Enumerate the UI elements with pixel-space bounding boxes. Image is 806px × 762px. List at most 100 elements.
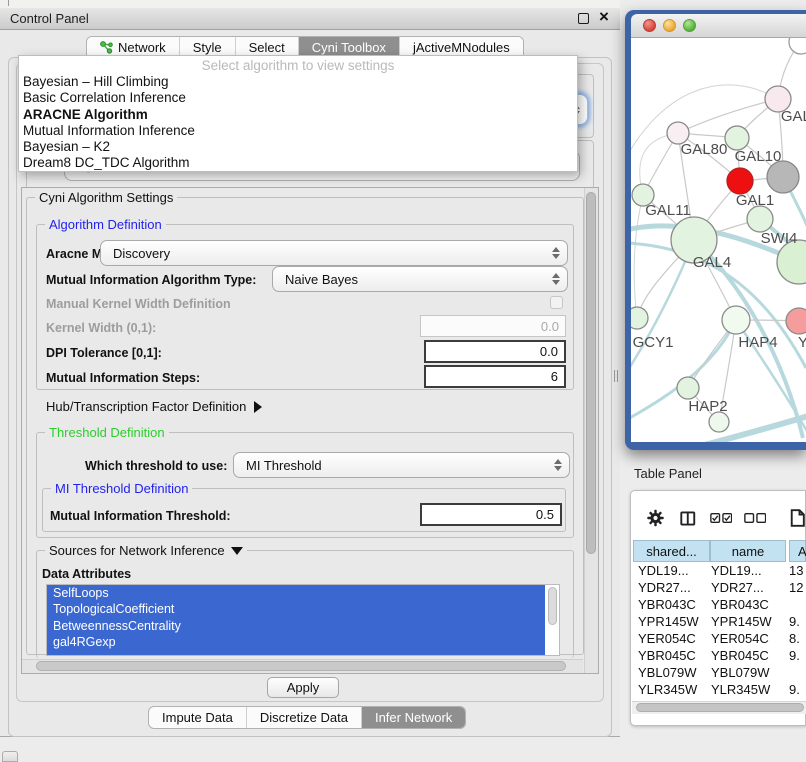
dropdown-placeholder: Select algorithm to view settings: [19, 56, 577, 74]
aracne-mode-combo[interactable]: Discovery: [100, 240, 568, 266]
mi-type-combo[interactable]: Naive Bayes: [272, 266, 568, 292]
control-panel-title: Control Panel: [0, 11, 89, 26]
column-header-shared[interactable]: shared...: [633, 540, 710, 562]
stepper-icon: [552, 273, 560, 285]
apply-label: Apply: [287, 680, 320, 695]
network-node-red-node[interactable]: [727, 168, 753, 194]
network-node-GCY1[interactable]: [631, 307, 648, 329]
algorithm-option[interactable]: Dream8 DC_TDC Algorithm: [19, 155, 577, 171]
table-cell: YBR043C: [632, 597, 709, 612]
mi-steps-value: 6: [551, 369, 558, 384]
close-icon[interactable]: ×: [596, 6, 612, 28]
table-cell: YBR045C: [632, 648, 709, 663]
mi-steps-field[interactable]: 6: [424, 365, 566, 388]
settings-gear-icon[interactable]: [646, 507, 665, 529]
vertical-scrollbar-thumb[interactable]: [586, 192, 596, 554]
stepper-icon: [554, 459, 562, 471]
network-canvas[interactable]: GAL2GAL80GAL10GAL1GAL11GAL4SWI4GCY1HAP4Y…: [631, 38, 806, 442]
group-title: Cyni Algorithm Settings: [35, 190, 177, 205]
mi-type-value: Naive Bayes: [285, 272, 358, 287]
network-node-gray-node[interactable]: [767, 161, 799, 193]
network-node-HAP4[interactable]: [722, 306, 750, 334]
attr-list-scrollbar-thumb[interactable]: [548, 587, 557, 625]
table-cell: YLR345W: [632, 682, 709, 697]
kernel-width-label: Kernel Width (0,1):: [46, 321, 156, 335]
table-cell: YBL079W: [632, 665, 709, 680]
minimize-traffic-light-icon[interactable]: [663, 19, 676, 32]
hub-section-label: Hub/Transcription Factor Definition: [46, 399, 246, 414]
attribute-item[interactable]: SelfLoops: [47, 585, 545, 601]
table-cell: YDR27...: [709, 580, 787, 595]
algorithm-option[interactable]: ARACNE Algorithm: [19, 107, 577, 123]
column-header-name[interactable]: name: [710, 540, 786, 562]
column-view-icon[interactable]: [680, 510, 696, 527]
table-row[interactable]: YBL079WYBL079W: [632, 664, 806, 681]
top-tick: [8, 0, 9, 6]
table-cell: 12: [787, 580, 806, 595]
network-window-titlebar[interactable]: [631, 14, 806, 38]
stepper-icon: [552, 247, 560, 259]
control-panel-titlebar: Control Panel: [0, 8, 620, 30]
tab-discretize-data[interactable]: Discretize Data: [247, 707, 362, 728]
zoom-traffic-light-icon[interactable]: [683, 19, 696, 32]
network-node-HAP2[interactable]: [677, 377, 699, 399]
screen: Control Panel × galFiltered.sif default …: [0, 0, 806, 762]
node-label-GAL2: GAL2: [781, 108, 806, 125]
algorithm-option[interactable]: Bayesian – Hill Climbing: [19, 74, 577, 90]
dpi-tolerance-field[interactable]: 0.0: [424, 340, 566, 363]
which-threshold-combo[interactable]: MI Threshold: [233, 452, 570, 478]
table-row[interactable]: YDR27...YDR27...12: [632, 579, 806, 596]
expanded-arrow-icon[interactable]: [231, 547, 243, 555]
manual-kernel-checkbox[interactable]: [550, 296, 563, 309]
attribute-item[interactable]: gal4RGexp: [47, 634, 545, 650]
attr-list-scrollbar[interactable]: [545, 586, 558, 654]
node-label-GAL80: GAL80: [681, 141, 728, 158]
mi-steps-label: Mutual Information Steps:: [46, 371, 200, 385]
algorithm-option[interactable]: Bayesian – K2: [19, 139, 577, 155]
table-row[interactable]: YLR345WYLR345W9.: [632, 681, 806, 698]
mi-threshold-field[interactable]: 0.5: [420, 503, 562, 526]
network-node-unlabeled-top[interactable]: [789, 38, 806, 54]
close-traffic-light-icon[interactable]: [643, 19, 656, 32]
select-all-checkboxes-icon[interactable]: [710, 512, 732, 524]
apply-button[interactable]: Apply: [267, 677, 339, 698]
tab-label: Select: [249, 40, 285, 55]
attribute-item[interactable]: BetweennessCentrality: [47, 618, 545, 634]
table-row[interactable]: YPR145WYPR145W9.: [632, 613, 806, 630]
column-header-partial[interactable]: A: [789, 540, 806, 562]
table-cell: 8.: [787, 631, 806, 646]
network-node-salmon-node[interactable]: [786, 308, 806, 334]
attribute-item[interactable]: TopologicalCoefficient: [47, 601, 545, 617]
table-row[interactable]: YDL19...YDL19...13: [632, 562, 806, 579]
tab-label: jActiveMNodules: [413, 40, 510, 55]
float-window-icon[interactable]: [578, 13, 589, 24]
hub-section-toggle[interactable]: Hub/Transcription Factor Definition: [46, 399, 262, 414]
table-row[interactable]: YER054CYER054C8.: [632, 630, 806, 647]
algorithm-option[interactable]: Mutual Information Inference: [19, 123, 577, 139]
dock-mini-button[interactable]: [2, 751, 18, 762]
table-row[interactable]: YBR043CYBR043C: [632, 596, 806, 613]
node-label-SWI4: SWI4: [761, 230, 798, 247]
table-cell: YLR345W: [709, 682, 787, 697]
table-cell: 13: [787, 563, 806, 578]
network-node-GAL10[interactable]: [725, 126, 749, 150]
split-pane-handle[interactable]: [614, 370, 618, 382]
table-horizontal-scrollbar-thumb[interactable]: [636, 703, 804, 712]
node-label-GAL1: GAL1: [736, 192, 774, 209]
algorithm-dropdown-list: Bayesian – Hill ClimbingBasic Correlatio…: [19, 74, 577, 172]
tab-infer-network[interactable]: Infer Network: [362, 707, 465, 728]
network-node-GAL1[interactable]: [747, 206, 773, 232]
tab-impute-data[interactable]: Impute Data: [149, 707, 247, 728]
mi-type-label: Mutual Information Algorithm Type:: [46, 273, 256, 287]
data-attributes-list[interactable]: SelfLoopsTopologicalCoefficientBetweenne…: [46, 584, 560, 656]
node-label-GAL11: GAL11: [645, 202, 691, 219]
algorithm-option[interactable]: Basic Correlation Inference: [19, 90, 577, 106]
which-threshold-value: MI Threshold: [246, 458, 322, 473]
network-node-unlabeled-bottom[interactable]: [709, 412, 729, 432]
table-cell: YDR27...: [632, 580, 709, 595]
unselect-all-checkboxes-icon[interactable]: [744, 512, 766, 524]
new-table-icon[interactable]: [790, 507, 806, 529]
horizontal-scrollbar-thumb[interactable]: [36, 661, 566, 671]
table-row[interactable]: YBR045CYBR045C9.: [632, 647, 806, 664]
algorithm-dropdown: Select algorithm to view settings Bayesi…: [18, 55, 578, 172]
